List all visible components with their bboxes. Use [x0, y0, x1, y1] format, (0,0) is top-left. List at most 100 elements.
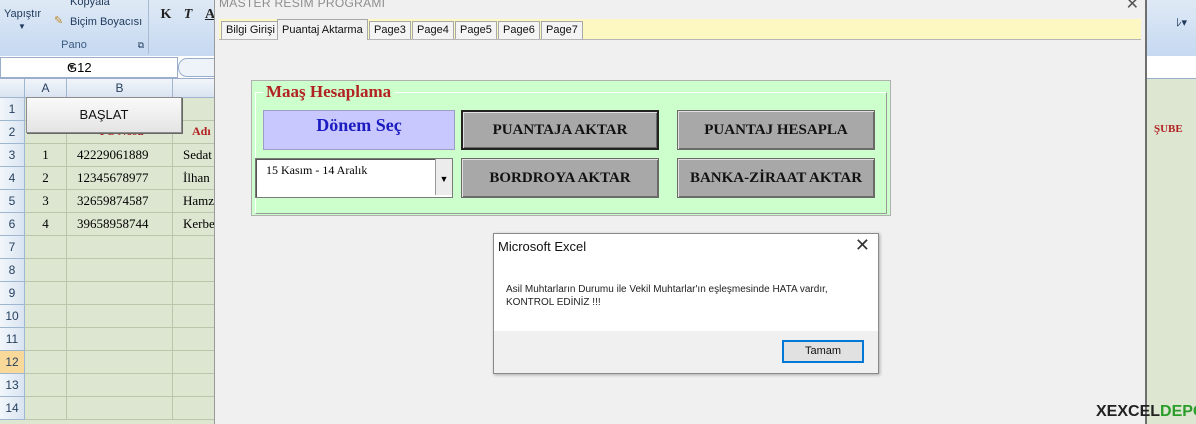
- chevron-down-icon[interactable]: ▼: [435, 159, 452, 195]
- row-header[interactable]: 9: [0, 282, 25, 305]
- grid-cell[interactable]: Sedat: [173, 144, 215, 167]
- banka-ziraat-aktar-button[interactable]: BANKA-ZİRAAT AKTAR: [677, 158, 875, 198]
- grid-cell[interactable]: [67, 305, 173, 328]
- grid-cell[interactable]: 39658958744: [67, 213, 173, 236]
- bordroya-aktar-button[interactable]: BORDROYA AKTAR: [461, 158, 659, 198]
- close-icon[interactable]: ✕: [1126, 0, 1139, 14]
- ok-button[interactable]: Tamam: [782, 340, 864, 363]
- grid-cell[interactable]: [67, 351, 173, 374]
- watermark-left: XEXCEL: [1096, 403, 1161, 420]
- grid-cell[interactable]: [25, 305, 67, 328]
- row-header[interactable]: 1: [0, 98, 25, 121]
- font-group: K T A: [150, 0, 216, 54]
- grid-cell[interactable]: [25, 259, 67, 282]
- grid-cell[interactable]: [67, 236, 173, 259]
- row-header[interactable]: 3: [0, 144, 25, 167]
- grid-cell[interactable]: [25, 282, 67, 305]
- period-combobox-value: 15 Kasım - 14 Aralık: [266, 163, 368, 177]
- clipboard-group-label: Pano: [61, 39, 87, 51]
- row-header[interactable]: 6: [0, 213, 25, 236]
- close-icon[interactable]: ✕: [855, 235, 870, 256]
- formula-bar-handle[interactable]: [178, 58, 216, 77]
- grid-cell[interactable]: [25, 397, 67, 420]
- column-header-b[interactable]: B: [67, 79, 173, 98]
- grid-cell[interactable]: [173, 397, 215, 420]
- row-header[interactable]: 10: [0, 305, 25, 328]
- tab-puantaj-aktarma[interactable]: Puantaj Aktarma: [277, 19, 368, 40]
- grid-cell[interactable]: Kerbel: [173, 213, 215, 236]
- grid-cell[interactable]: [173, 305, 215, 328]
- grid-cell[interactable]: [67, 282, 173, 305]
- clipboard-group: Yapıştır ▼ Kopyala ✎ Biçim Boyacısı Pano…: [0, 0, 149, 54]
- name-box[interactable]: G12 ▼: [0, 57, 178, 78]
- grid-cell[interactable]: [173, 236, 215, 259]
- ribbon-right-fragment-icon: ﾚ▾: [1176, 17, 1188, 29]
- period-label: Dönem Seç: [263, 110, 455, 150]
- italic-button[interactable]: T: [178, 6, 198, 24]
- grid-cell[interactable]: Hamz: [173, 190, 215, 213]
- tab-page4[interactable]: Page4: [412, 21, 454, 39]
- header-cell-sube[interactable]: ŞUBE: [1154, 123, 1183, 135]
- header-cell-name[interactable]: Adı: [192, 124, 211, 139]
- column-header-select-all[interactable]: [0, 79, 25, 98]
- row-header[interactable]: 13: [0, 374, 25, 397]
- grid-cell[interactable]: [25, 236, 67, 259]
- frame-caption: Maaş Hesaplama: [263, 82, 395, 102]
- format-painter-icon: ✎: [54, 15, 64, 27]
- dialog-launcher-icon[interactable]: ⧉: [138, 40, 144, 51]
- tab-page6[interactable]: Page6: [498, 21, 540, 39]
- row-header[interactable]: 2: [0, 121, 25, 144]
- watermark-logo: XEXCELDEPO: [1096, 403, 1196, 421]
- sheet-grid-right: ŞUBE: [1152, 79, 1196, 424]
- start-button[interactable]: BAŞLAT: [26, 97, 182, 133]
- grid-cell[interactable]: 1: [25, 144, 67, 167]
- row-header[interactable]: 14: [0, 397, 25, 420]
- grid-cell[interactable]: [25, 328, 67, 351]
- grid-cell[interactable]: 32659874587: [67, 190, 173, 213]
- period-combobox[interactable]: 15 Kasım - 14 Aralık ▼: [255, 158, 453, 198]
- tab-bilgi-girisi[interactable]: Bilgi Girişi: [221, 21, 280, 39]
- grid-cell[interactable]: İlhan: [173, 167, 215, 190]
- grid-cell[interactable]: 12345678977: [67, 167, 173, 190]
- row-header[interactable]: 5: [0, 190, 25, 213]
- grid-cell[interactable]: [67, 259, 173, 282]
- grid-cell[interactable]: [173, 328, 215, 351]
- tab-page5[interactable]: Page5: [455, 21, 497, 39]
- row-header[interactable]: 4: [0, 167, 25, 190]
- grid-cell[interactable]: 42229061889: [67, 144, 173, 167]
- message-box-footer: Tamam: [494, 331, 878, 373]
- copy-button[interactable]: Kopyala: [70, 0, 110, 8]
- grid-cell[interactable]: [67, 328, 173, 351]
- row-header[interactable]: 8: [0, 259, 25, 282]
- message-box-title: Microsoft Excel: [498, 239, 587, 254]
- grid-cell[interactable]: 4: [25, 213, 67, 236]
- grid-cell[interactable]: [173, 351, 215, 374]
- watermark-right: DEPO: [1160, 403, 1196, 420]
- grid-cell[interactable]: [173, 374, 215, 397]
- tab-strip: Bilgi Girişi Puantaj Aktarma Page3 Page4…: [219, 19, 1141, 40]
- format-painter-button[interactable]: Biçim Boyacısı: [70, 16, 142, 28]
- paste-button[interactable]: Yapıştır: [4, 8, 41, 20]
- tab-page3[interactable]: Page3: [369, 21, 411, 39]
- column-header-a[interactable]: A: [25, 79, 67, 98]
- tab-page7[interactable]: Page7: [541, 21, 583, 39]
- row-header[interactable]: 12: [0, 351, 25, 374]
- userform-title: MASTER RESIM PROGRAMI: [219, 0, 386, 10]
- row-header[interactable]: 11: [0, 328, 25, 351]
- grid-cell[interactable]: 2: [25, 167, 67, 190]
- puantaja-aktar-button[interactable]: PUANTAJA AKTAR: [461, 110, 659, 150]
- grid-cell[interactable]: 3: [25, 190, 67, 213]
- grid-cell[interactable]: [25, 374, 67, 397]
- puantaj-hesapla-button[interactable]: PUANTAJ HESAPLA: [677, 110, 875, 150]
- message-box: Microsoft Excel ✕ Asil Muhtarların Durum…: [493, 233, 879, 374]
- chevron-down-icon[interactable]: ▼: [67, 58, 173, 77]
- grid-cell[interactable]: [67, 374, 173, 397]
- grid-cell[interactable]: [67, 397, 173, 420]
- grid-cell[interactable]: [173, 259, 215, 282]
- row-header[interactable]: 7: [0, 236, 25, 259]
- bold-button[interactable]: K: [156, 6, 176, 24]
- grid-cell[interactable]: [25, 351, 67, 374]
- grid-cell[interactable]: [173, 282, 215, 305]
- paste-dropdown-icon[interactable]: ▼: [18, 22, 26, 31]
- column-header-c[interactable]: [173, 79, 215, 98]
